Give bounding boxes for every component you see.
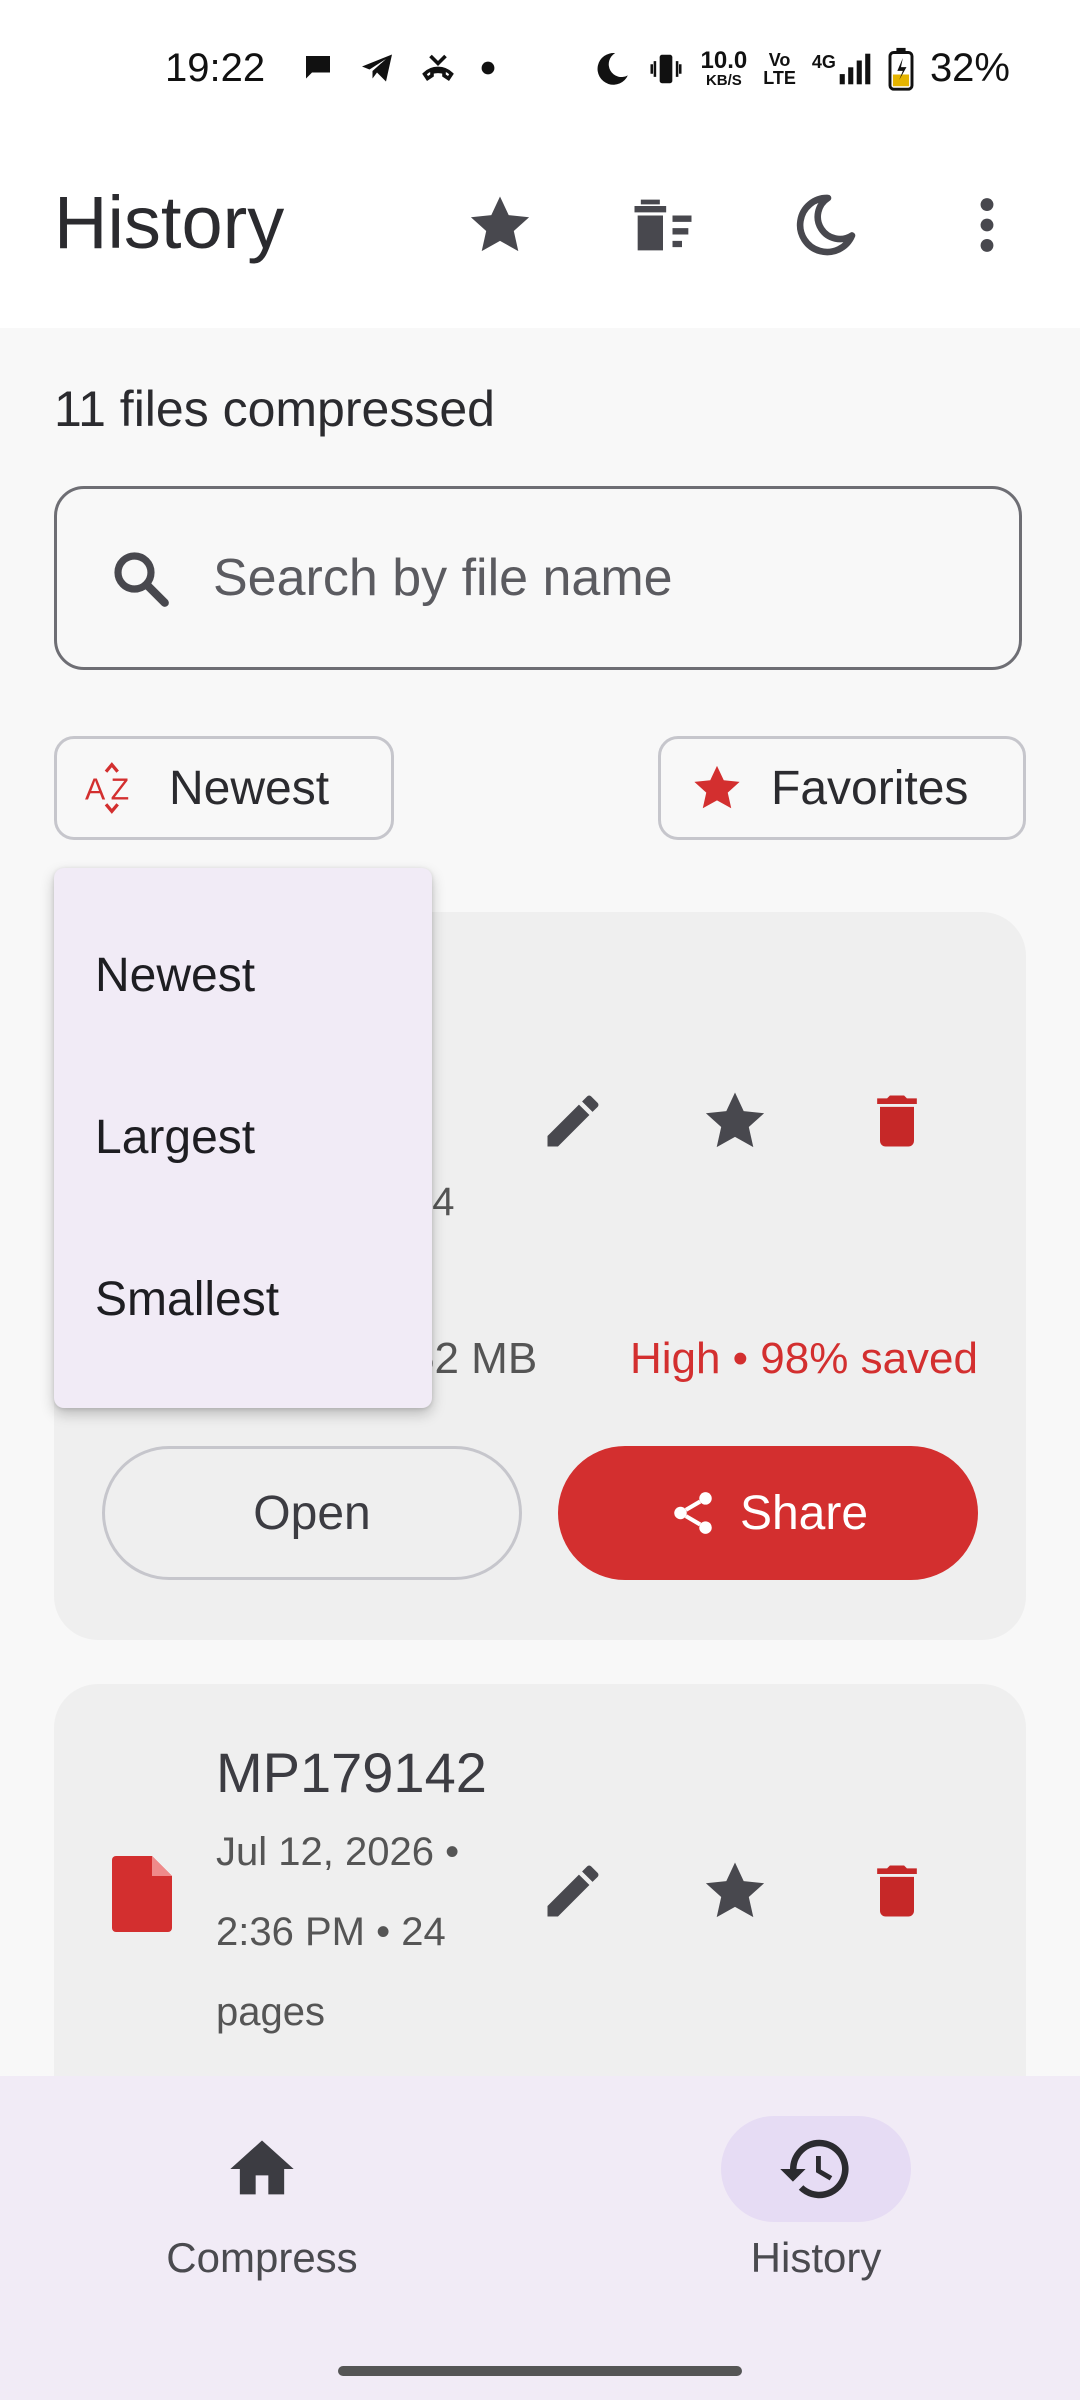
file-meta-line2: 24 <box>410 1180 455 1224</box>
pdf-file-icon <box>112 1856 172 1932</box>
star-icon <box>470 196 530 252</box>
rename-button[interactable] <box>528 1076 618 1166</box>
delete-icon <box>877 1865 917 1917</box>
sort-menu: Newest Largest Smallest <box>54 868 432 1408</box>
volte-indicator: Vo LTE <box>763 49 796 88</box>
dark-mode-button[interactable] <box>780 180 870 270</box>
search-input[interactable] <box>211 547 975 609</box>
clear-history-icon <box>634 199 692 251</box>
history-icon <box>780 2139 849 2199</box>
status-notification-icons <box>300 50 496 86</box>
battery-charging-icon <box>888 47 914 91</box>
more-vert-icon <box>980 198 994 252</box>
missed-call-icon <box>422 54 454 81</box>
favorite-button[interactable] <box>690 1076 780 1166</box>
files-compressed-count: 11 files compressed <box>54 381 495 437</box>
nav-item-history[interactable]: History <box>666 2116 966 2282</box>
favorites-chip-label: Favorites <box>771 761 969 815</box>
sort-menu-item-largest[interactable]: Largest <box>95 1110 255 1165</box>
file-name: MP179142 <box>216 1741 487 1804</box>
chat-bubble-icon <box>306 56 330 79</box>
sort-chip[interactable]: A Z Newest <box>54 736 394 840</box>
star-icon <box>705 1092 765 1148</box>
edit-icon <box>547 1865 599 1917</box>
signal-icon <box>839 53 871 84</box>
delete-button[interactable] <box>852 1076 942 1166</box>
page-title: History <box>54 181 285 264</box>
compression-saved: High • 98% saved <box>629 1334 978 1383</box>
telegram-icon <box>362 54 392 82</box>
home-icon <box>230 2140 294 2195</box>
nav-label-compress: Compress <box>166 2234 358 2281</box>
favorites-chip[interactable]: Favorites <box>658 736 1026 840</box>
top-app-bar: History <box>0 140 1080 328</box>
file-meta-line1: Jul 12, 2026 • <box>216 1830 460 1874</box>
svg-text:A: A <box>85 774 106 807</box>
dot-icon <box>481 61 495 75</box>
clear-history-button[interactable] <box>618 180 708 270</box>
delete-button[interactable] <box>852 1846 942 1936</box>
delete-icon <box>877 1095 917 1147</box>
bottom-navigation: Compress History <box>0 2076 1080 2400</box>
dark-mode-icon <box>796 194 856 256</box>
battery-percent: 32% <box>929 46 1010 90</box>
sort-menu-item-newest[interactable]: Newest <box>95 948 255 1003</box>
svg-text:Z: Z <box>111 774 130 807</box>
moon-icon <box>597 52 628 85</box>
file-meta-line2: 2:36 PM • 24 <box>216 1910 446 1954</box>
nav-item-compress[interactable]: Compress <box>112 2116 412 2282</box>
search-icon <box>105 543 175 613</box>
open-button[interactable]: Open <box>102 1446 522 1580</box>
status-bar: 19:22 10.0 KB/S Vo LTE 4G 32% <box>0 0 1080 140</box>
share-button[interactable]: Share <box>558 1446 978 1580</box>
sort-az-icon: A Z <box>85 762 130 814</box>
star-icon <box>694 765 740 809</box>
edit-icon <box>547 1095 599 1147</box>
status-system-icons: 10.0 KB/S Vo LTE 4G 32% <box>593 46 1010 91</box>
sort-menu-item-smallest[interactable]: Smallest <box>95 1272 279 1327</box>
favorites-filter-button[interactable] <box>455 180 545 270</box>
search-field[interactable] <box>54 486 1022 670</box>
home-indicator[interactable] <box>338 2366 742 2376</box>
favorite-button[interactable] <box>690 1846 780 1936</box>
nav-pill <box>167 2116 357 2222</box>
share-icon <box>674 1492 712 1534</box>
nav-pill-active <box>721 2116 911 2222</box>
nav-label-history: History <box>750 2234 882 2281</box>
status-time: 19:22 <box>165 46 266 90</box>
signal-indicator: 4G <box>812 52 872 86</box>
file-meta-line3: pages <box>216 1990 325 2034</box>
vibrate-icon <box>650 54 682 83</box>
rename-button[interactable] <box>528 1846 618 1936</box>
star-icon <box>705 1862 765 1918</box>
sort-chip-label: Newest <box>169 761 330 815</box>
network-speed: 10.0 KB/S <box>700 46 748 89</box>
more-options-button[interactable] <box>942 180 1032 270</box>
